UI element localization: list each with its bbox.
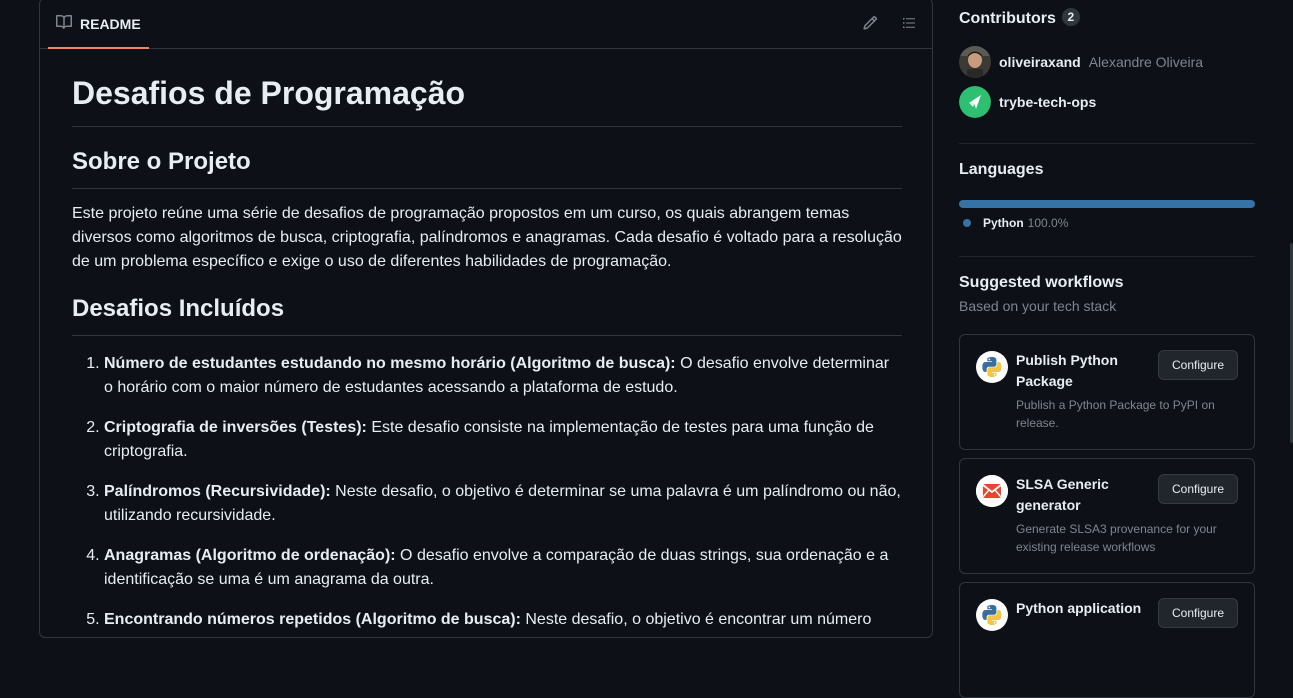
readme-tab-label: README [80,15,141,32]
workflow-title[interactable]: Python application [1016,598,1156,619]
list-item: Criptografia de inversões (Testes): Este… [104,416,902,464]
list-item: Palíndromos (Recursividade): Neste desaf… [104,480,902,528]
contributor-item[interactable]: oliveiraxand Alexandre Oliveira [959,46,1203,78]
list-item: Anagramas (Algoritmo de ordenação): O de… [104,544,902,592]
section-heading-challenges: Desafios Incluídos [72,294,902,336]
list-item-title: Anagramas (Algoritmo de ordenação): [104,547,396,564]
about-paragraph: Este projeto reúne uma série de desafios… [72,205,902,270]
language-percent: 100.0% [1027,216,1069,230]
section-divider [959,256,1255,257]
list-item-title: Número de estudantes estudando no mesmo … [104,355,676,372]
slsa-icon [976,475,1008,507]
workflows-subtitle: Based on your tech stack [959,298,1117,314]
contributors-section: Contributors 2 [959,8,1080,28]
list-item-text: Neste desafio, o objetivo é encontrar um… [520,611,872,628]
workflow-card-python-application: Python application Configure [959,582,1255,698]
configure-button[interactable]: Configure [1158,350,1238,380]
list-item-title: Encontrando números repetidos (Algoritmo… [104,611,521,628]
challenges-list: Número de estudantes estudando no mesmo … [72,352,902,632]
contributors-heading[interactable]: Contributors 2 [959,8,1080,28]
section-divider [959,143,1255,144]
workflow-title[interactable]: Publish Python Package [1016,350,1136,392]
readme-tab[interactable]: README [48,0,149,49]
contributor-name: Alexandre Oliveira [1088,54,1204,70]
configure-button[interactable]: Configure [1158,598,1238,628]
python-icon [976,599,1008,631]
edit-icon[interactable] [861,14,879,32]
language-item-python[interactable]: Python 100.0% [959,216,1068,230]
list-item-title: Palíndromos (Recursividade): [104,483,331,500]
avatar[interactable] [959,86,991,118]
workflows-heading: Suggested workflows [959,274,1124,291]
workflow-description: Publish a Python Package to PyPI on rele… [1016,398,1215,430]
workflow-description: Generate SLSA3 provenance for your exist… [1016,522,1217,554]
python-icon [976,351,1008,383]
contributor-item[interactable]: trybe-tech-ops [959,86,1096,118]
language-name: Python [983,216,1024,230]
book-icon [56,14,72,33]
list-item: Encontrando números repetidos (Algoritmo… [104,608,902,632]
workflow-title[interactable]: SLSA Generic generator [1016,474,1136,516]
list-item-title: Criptografia de inversões (Testes): [104,419,367,436]
readme-header: README [40,0,932,49]
contributor-login[interactable]: oliveiraxand [999,54,1081,70]
language-bar-python [959,200,1255,208]
readme-panel: README Desafios de Programação Sobre o P… [39,0,933,638]
list-item: Número de estudantes estudando no mesmo … [104,352,902,400]
languages-heading: Languages [959,161,1044,178]
contributors-count-badge: 2 [1061,8,1080,26]
avatar[interactable] [959,46,991,78]
contributors-title: Contributors [959,10,1056,27]
contributor-login[interactable]: trybe-tech-ops [999,94,1096,110]
readme-content: Desafios de Programação Sobre o Projeto … [72,73,902,648]
section-heading-about: Sobre o Projeto [72,147,902,189]
workflow-card-slsa: SLSA Generic generator Generate SLSA3 pr… [959,458,1255,574]
readme-title: Desafios de Programação [72,73,902,127]
configure-button[interactable]: Configure [1158,474,1238,504]
python-color-dot [963,219,971,227]
workflow-card-publish-python: Publish Python Package Publish a Python … [959,334,1255,450]
table-of-contents-icon[interactable] [900,14,918,32]
